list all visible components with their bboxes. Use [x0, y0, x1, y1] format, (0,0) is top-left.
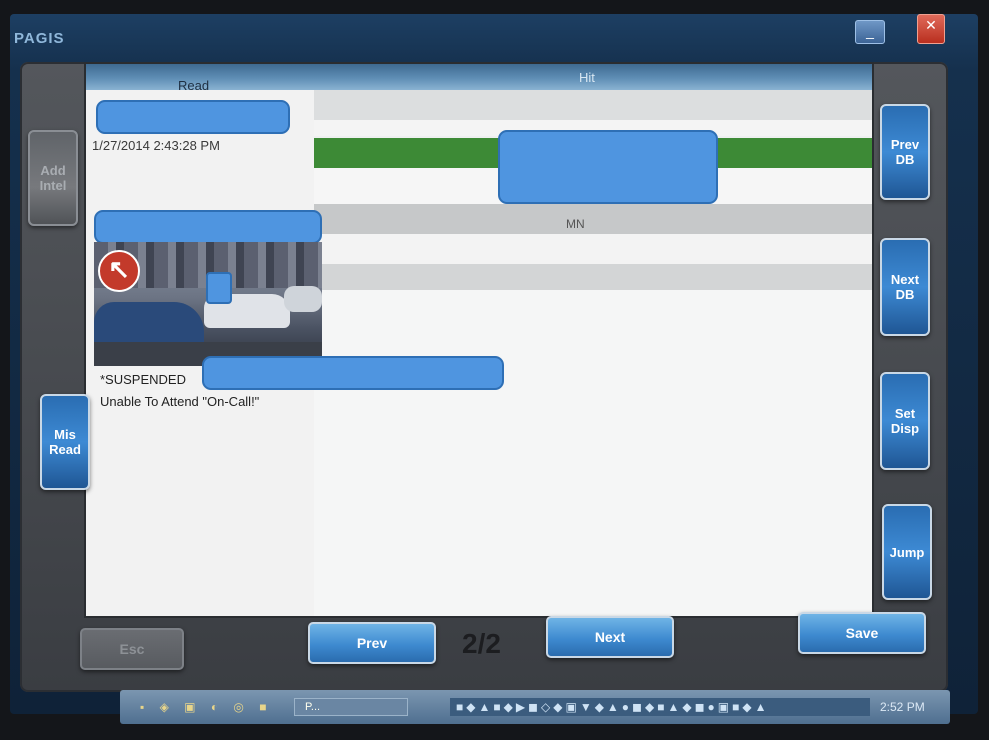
hit-column-header: Hit [579, 70, 595, 85]
hit-row-band [314, 290, 872, 616]
minimize-button[interactable]: _ [855, 20, 885, 44]
status-suspended: *SUSPENDED [100, 372, 186, 387]
read-hit-panel: Read Hit 1/27/2014 2:43:28 PM MN ↖ *SUSP… [86, 64, 872, 616]
button-label: Next [890, 272, 920, 287]
button-label: Mis [54, 427, 76, 442]
read-note: Unable To Attend "On-Call!" [100, 394, 260, 409]
taskbar-task[interactable]: P... [294, 698, 408, 716]
system-tray-icons[interactable]: ■◆▲■◆▶◼◇◆▣▼◆▲●◼◆■▲◆◼●▣■◆▲ [450, 698, 870, 716]
esc-button[interactable]: Esc [80, 628, 184, 670]
button-label: Set [894, 406, 916, 421]
next-button[interactable]: Next [546, 616, 674, 658]
hit-state-label: MN [566, 217, 585, 231]
prev-button[interactable]: Prev [308, 622, 436, 664]
next-db-button[interactable]: Next DB [880, 238, 930, 336]
mis-read-button[interactable]: Mis Read [40, 394, 90, 490]
redacted-owner [202, 356, 504, 390]
hit-row-band [314, 204, 872, 234]
redacted-location [94, 210, 322, 244]
button-label: Read [49, 442, 81, 457]
read-timestamp: 1/27/2014 2:43:28 PM [92, 138, 220, 153]
button-label: Intel [39, 178, 67, 193]
panel-header: Read Hit [86, 64, 872, 93]
cursor-arrow-icon: ↖ [98, 250, 140, 292]
button-label: Add [40, 163, 66, 178]
redacted-plate-crop [206, 272, 232, 304]
hit-row-band [314, 90, 872, 120]
quicklaunch-icons[interactable]: ▪ ◈ ▣ ◐ ◎ ■ [140, 700, 272, 714]
save-button[interactable]: Save [798, 612, 926, 654]
plate-read-photo[interactable]: ↖ [94, 242, 322, 366]
button-label: Disp [890, 421, 920, 436]
button-label: Prev [890, 137, 920, 152]
add-intel-button[interactable]: Add Intel [28, 130, 78, 226]
taskbar-clock: 2:52 PM [880, 700, 925, 714]
photo-car [284, 286, 322, 312]
jump-button[interactable]: Jump [882, 504, 932, 600]
set-disp-button[interactable]: Set Disp [880, 372, 930, 470]
button-label: Jump [889, 544, 925, 560]
app-title: PAGIS [14, 30, 65, 47]
prev-db-button[interactable]: Prev DB [880, 104, 930, 200]
hit-row-band [314, 234, 872, 264]
redacted-hit-info [498, 130, 718, 204]
page-indicator: 2/2 [462, 628, 501, 659]
close-button[interactable]: ✕ [917, 14, 945, 44]
windows-taskbar: ▪ ◈ ▣ ◐ ◎ ■ P... ■◆▲■◆▶◼◇◆▣▼◆▲●◼◆■▲◆◼●▣■… [120, 690, 950, 724]
button-label: DB [895, 152, 915, 167]
hit-row-band [314, 264, 872, 290]
redacted-plate [96, 100, 290, 134]
button-label: DB [895, 287, 915, 302]
